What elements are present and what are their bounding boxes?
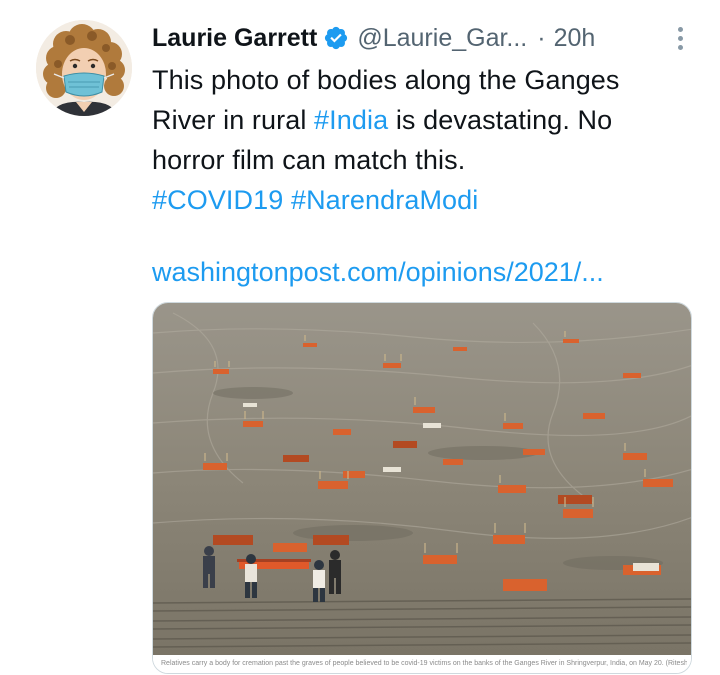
hashtag-covid19[interactable]: #COVID19 (152, 185, 283, 215)
tweet-text-line-3: horror film can match this. (152, 145, 466, 175)
tweet-text-line-1: This photo of bodies along the Ganges (152, 65, 620, 95)
author-handle[interactable]: @Laurie_Gar... (357, 24, 527, 53)
verified-badge-icon (323, 25, 349, 51)
photo-caption: Relatives carry a body for cremation pas… (161, 660, 687, 667)
tweet[interactable]: Laurie Garrett @Laurie_Gar... · 20h This… (0, 0, 720, 675)
tweet-hashtags-line: #COVID19 #NarendraModi (152, 180, 692, 220)
tweet-header: Laurie Garrett @Laurie_Gar... · 20h (152, 20, 692, 56)
tweet-text: This photo of bodies along the Ganges Ri… (152, 60, 692, 220)
hashtag-narendramodi[interactable]: #NarendraModi (291, 185, 478, 215)
article-link[interactable]: washingtonpost.com/opinions/2021/... (152, 252, 692, 292)
tweet-text-line-2: River in rural #India is devastating. No (152, 100, 692, 140)
display-name[interactable]: Laurie Garrett (152, 24, 317, 53)
tweet-timestamp[interactable]: 20h (554, 24, 596, 53)
header-separator: · (537, 23, 546, 52)
tweet-text-fragment: River in rural (152, 105, 315, 135)
author-avatar[interactable] (36, 20, 132, 116)
avatar-illustration (36, 20, 132, 116)
tweet-text-fragment: is devastating. No (388, 105, 613, 135)
tweet-media-photo[interactable]: Relatives carry a body for cremation pas… (152, 302, 692, 674)
riverbank-photo (153, 303, 691, 673)
more-options-icon[interactable] (666, 22, 694, 54)
hashtag-india[interactable]: #India (314, 105, 388, 135)
